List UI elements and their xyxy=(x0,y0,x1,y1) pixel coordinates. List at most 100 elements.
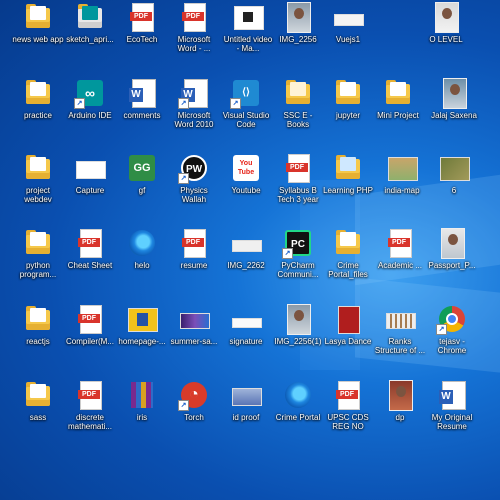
desktop-icon-practice[interactable]: practice xyxy=(12,78,64,120)
icon-label: summer-sa... xyxy=(170,337,218,346)
icon-label: Torch xyxy=(184,413,204,422)
desktop-icon-arduino-ide[interactable]: ∞ ↗ Arduino IDE xyxy=(64,78,116,120)
icon-label: Passport_P... xyxy=(428,261,476,270)
desktop-icon-crime-portal[interactable]: Crime Portal xyxy=(272,380,324,422)
icon-label: Learning PHP xyxy=(323,186,373,195)
icon-label: IMG_2262 xyxy=(227,261,265,270)
desktop-icon-pycharm[interactable]: PC ↗ PyCharm Communi... xyxy=(272,228,324,279)
desktop-icon-torch[interactable]: ◔ ↗ Torch xyxy=(168,380,220,422)
icon-label: EcoTech xyxy=(126,35,158,44)
icon-label: python program... xyxy=(19,261,57,279)
icon-label: discrete mathemati... xyxy=(67,413,112,431)
desktop-icon-upsc-cds-reg-no[interactable]: PDF UPSC CDS REG NO xyxy=(322,380,374,431)
icon-label: Mini Project xyxy=(377,111,419,120)
desktop-icon-img-2262[interactable]: IMG_2262 xyxy=(220,228,272,270)
icon-label: project webdev xyxy=(24,186,52,204)
desktop-icon-ssc-e-books[interactable]: SSC E - Books xyxy=(272,78,324,129)
desktop-icon-resume[interactable]: PDF resume xyxy=(168,228,220,270)
photo-thumbnail-icon xyxy=(431,2,461,33)
icon-label: Untitled video - Ma... xyxy=(223,35,273,53)
desktop-icon-summer-sa[interactable]: summer-sa... xyxy=(168,304,220,346)
icon-label: helo xyxy=(134,261,150,270)
image-thumbnail-icon xyxy=(179,304,210,334)
folder-icon xyxy=(333,153,363,183)
image-thumbnail-icon xyxy=(439,153,470,183)
desktop-icon-img-2256-1[interactable]: IMG_2256(1) xyxy=(272,304,324,346)
desktop-icon-compiler[interactable]: PDF Compiler(M... xyxy=(64,304,116,346)
desktop-icon-project-webdev[interactable]: project webdev xyxy=(12,153,64,204)
desktop-icon-sass[interactable]: sass xyxy=(12,380,64,422)
desktop-icon-o-level[interactable]: O LEVEL xyxy=(420,2,472,44)
icon-label: Vuejs1 xyxy=(335,35,361,44)
desktop-icon-microsoft-word-2010[interactable]: W ↗ Microsoft Word 2010 xyxy=(168,78,220,129)
desktop-icon-jupyter[interactable]: jupyter xyxy=(322,78,374,120)
folder-icon xyxy=(23,2,53,32)
winrar-archive-icon xyxy=(127,380,157,410)
icon-label: homepage-... xyxy=(118,337,166,346)
desktop-icon-ecotech[interactable]: PDF EcoTech xyxy=(116,2,168,44)
pdf-icon: PDF xyxy=(333,380,363,410)
desktop-icon-python-program[interactable]: python program... xyxy=(12,228,64,279)
icon-label: Microsoft Word 2010 xyxy=(174,111,214,129)
desktop-icon-passport-photo[interactable]: Passport_P... xyxy=(426,228,478,270)
desktop-icon-img-2256[interactable]: IMG_2256 xyxy=(272,2,324,44)
icon-label: Compiler(M... xyxy=(65,337,114,346)
desktop-icon-my-original-resume[interactable]: W My Original Resume xyxy=(426,380,478,431)
desktop-icon-youtube[interactable]: You Tube Youtube xyxy=(220,153,272,195)
desktop-icon-signature[interactable]: signature xyxy=(220,304,272,346)
pdf-icon: PDF xyxy=(127,2,157,32)
desktop-icon-ranks-structure[interactable]: Ranks Structure of ... xyxy=(374,304,426,355)
icon-label: resume xyxy=(180,261,208,270)
icon-label: practice xyxy=(23,111,52,120)
image-thumbnail-icon xyxy=(231,380,262,410)
desktop-icon-physics-wallah[interactable]: PW ↗ Physics Wallah xyxy=(168,153,220,204)
icon-label: india-map xyxy=(384,186,420,195)
desktop-icon-lasya-dance[interactable]: Lasya Dance xyxy=(322,304,374,346)
icon-label: Crime Portal_files xyxy=(328,261,368,279)
desktop-icon-crime-portal-files[interactable]: Crime Portal_files xyxy=(322,228,374,279)
desktop-icon-academic[interactable]: PDF Academic ... xyxy=(374,228,426,270)
desktop-icon-visual-studio-code[interactable]: ⟨⟩ ↗ Visual Studio Code xyxy=(220,78,272,129)
icon-label: Crime Portal xyxy=(275,413,321,422)
icon-label: reactjs xyxy=(26,337,50,346)
desktop-icon-jalaj-saxena[interactable]: Jalaj Saxena xyxy=(428,78,480,120)
desktop-icon-6[interactable]: 6 xyxy=(428,153,480,195)
desktop-icon-helo[interactable]: helo xyxy=(116,228,168,270)
word-document-icon: W xyxy=(437,380,467,410)
desktop-icon-reactjs[interactable]: reactjs xyxy=(12,304,64,346)
image-thumbnail-icon xyxy=(333,304,363,334)
desktop-icon-tejasv-chrome[interactable]: ↗ tejasv - Chrome xyxy=(426,304,478,355)
desktop-icon-iris[interactable]: iris xyxy=(116,380,168,422)
desktop-icon-homepage[interactable]: homepage-... xyxy=(116,304,168,346)
desktop-icon-learning-php[interactable]: Learning PHP xyxy=(322,153,374,195)
icon-label: Ranks Structure of ... xyxy=(374,337,426,355)
icon-label: sketch_apri... xyxy=(66,35,114,44)
pdf-icon: PDF xyxy=(179,228,209,258)
desktop-icon-india-map[interactable]: india-map xyxy=(376,153,428,195)
desktop-icon-cheat-sheet[interactable]: PDF Cheat Sheet xyxy=(64,228,116,270)
folder-icon xyxy=(23,228,53,258)
icon-label: Syllabus B Tech 3 year xyxy=(277,186,319,204)
geeksforgeeks-icon: GG xyxy=(127,153,157,183)
icon-label: Physics Wallah xyxy=(180,186,208,204)
desktop-icon-mini-project[interactable]: Mini Project xyxy=(372,78,424,120)
desktop-icon-sketch[interactable]: sketch_apri... xyxy=(64,2,116,44)
desktop-icon-news-web-app[interactable]: news web app xyxy=(12,2,64,44)
desktop-icon-vuejs1[interactable]: Vuejs1 xyxy=(322,2,374,44)
pdf-icon: PDF xyxy=(75,228,105,258)
desktop-icon-discrete-mathematics[interactable]: PDF discrete mathemati... xyxy=(64,380,116,431)
word-document-icon: W xyxy=(127,78,157,108)
folder-icon xyxy=(333,78,363,108)
desktop-icon-capture[interactable]: Capture xyxy=(64,153,116,195)
desktop-icon-comments[interactable]: W comments xyxy=(116,78,168,120)
pdf-icon: PDF xyxy=(75,304,105,334)
desktop-icon-dp[interactable]: dp xyxy=(374,380,426,422)
desktop-icon-syllabus[interactable]: PDF Syllabus B Tech 3 year xyxy=(272,153,324,204)
desktop-icon-id-proof[interactable]: id proof xyxy=(220,380,272,422)
desktop-icon-gf[interactable]: GG gf xyxy=(116,153,168,195)
photo-thumbnail-icon xyxy=(439,78,469,109)
icon-label: news web app xyxy=(12,35,64,44)
desktop-icon-microsoft-word-pdf[interactable]: PDF Microsoft Word - ... xyxy=(168,2,220,53)
photo-thumbnail-icon xyxy=(283,2,313,33)
desktop-icon-untitled-video[interactable]: Untitled video - Ma... xyxy=(222,2,274,53)
